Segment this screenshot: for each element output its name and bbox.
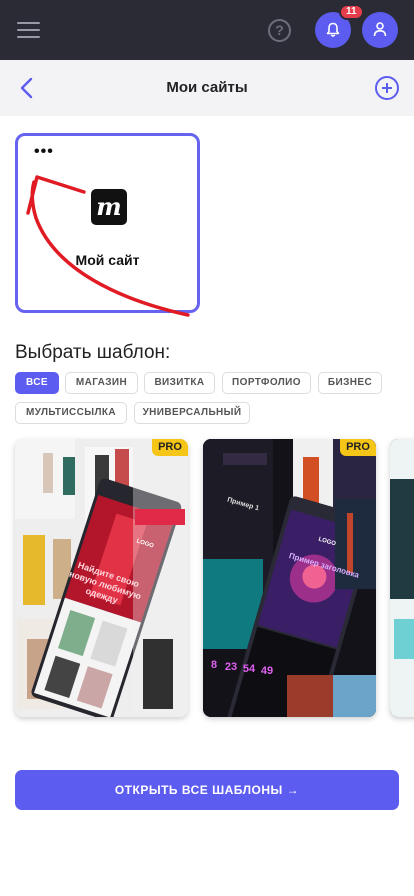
user-icon — [373, 22, 387, 37]
notification-count-badge: 11 — [339, 4, 364, 20]
more-options-icon[interactable]: ••• — [34, 144, 54, 160]
bell-icon — [326, 22, 340, 37]
help-icon[interactable]: ? — [268, 19, 291, 42]
add-site-button[interactable] — [375, 76, 399, 100]
filter-business[interactable]: БИЗНЕС — [318, 372, 382, 394]
template-number: 54 — [242, 663, 256, 675]
template-card-dark[interactable]: Пример 1 LOGO Пример заголовка 8 23 54 4… — [203, 439, 376, 717]
site-name: Мой сайт — [75, 252, 140, 268]
template-card-shop[interactable]: LOGO Найдите свою новую любимую одежду P… — [15, 439, 188, 717]
template-card-partial[interactable] — [390, 439, 414, 717]
templates-title: Выбрать шаблон: — [15, 342, 171, 363]
template-preview-dark — [203, 439, 376, 717]
site-card[interactable]: ••• m Мой сайт — [15, 133, 200, 313]
filter-multilink[interactable]: МУЛЬТИССЫЛКА — [15, 402, 127, 424]
template-number: 23 — [224, 661, 238, 673]
filter-portfolio[interactable]: ПОРТФОЛИО — [222, 372, 311, 394]
top-bar: ? 11 — [0, 0, 414, 60]
pro-badge: PRO — [152, 439, 188, 456]
site-logo-letter: m — [96, 192, 122, 221]
site-logo: m — [91, 189, 127, 225]
template-number: 8 — [210, 659, 218, 671]
pro-badge: PRO — [340, 439, 376, 456]
menu-icon[interactable] — [17, 20, 40, 40]
filter-all[interactable]: ВСЕ — [15, 372, 59, 394]
open-all-templates-button[interactable]: ОТКРЫТЬ ВСЕ ШАБЛОНЫ → — [15, 770, 399, 810]
profile-button[interactable] — [362, 12, 398, 48]
filter-universal[interactable]: УНИВЕРСАЛЬНЫЙ — [134, 402, 250, 424]
filter-shop[interactable]: МАГАЗИН — [65, 372, 138, 394]
page-header: Мои сайты — [0, 60, 414, 116]
template-number: 49 — [260, 665, 274, 677]
template-preview-partial — [390, 439, 414, 717]
filter-card[interactable]: ВИЗИТКА — [144, 372, 215, 394]
page-title: Мои сайты — [166, 79, 248, 96]
